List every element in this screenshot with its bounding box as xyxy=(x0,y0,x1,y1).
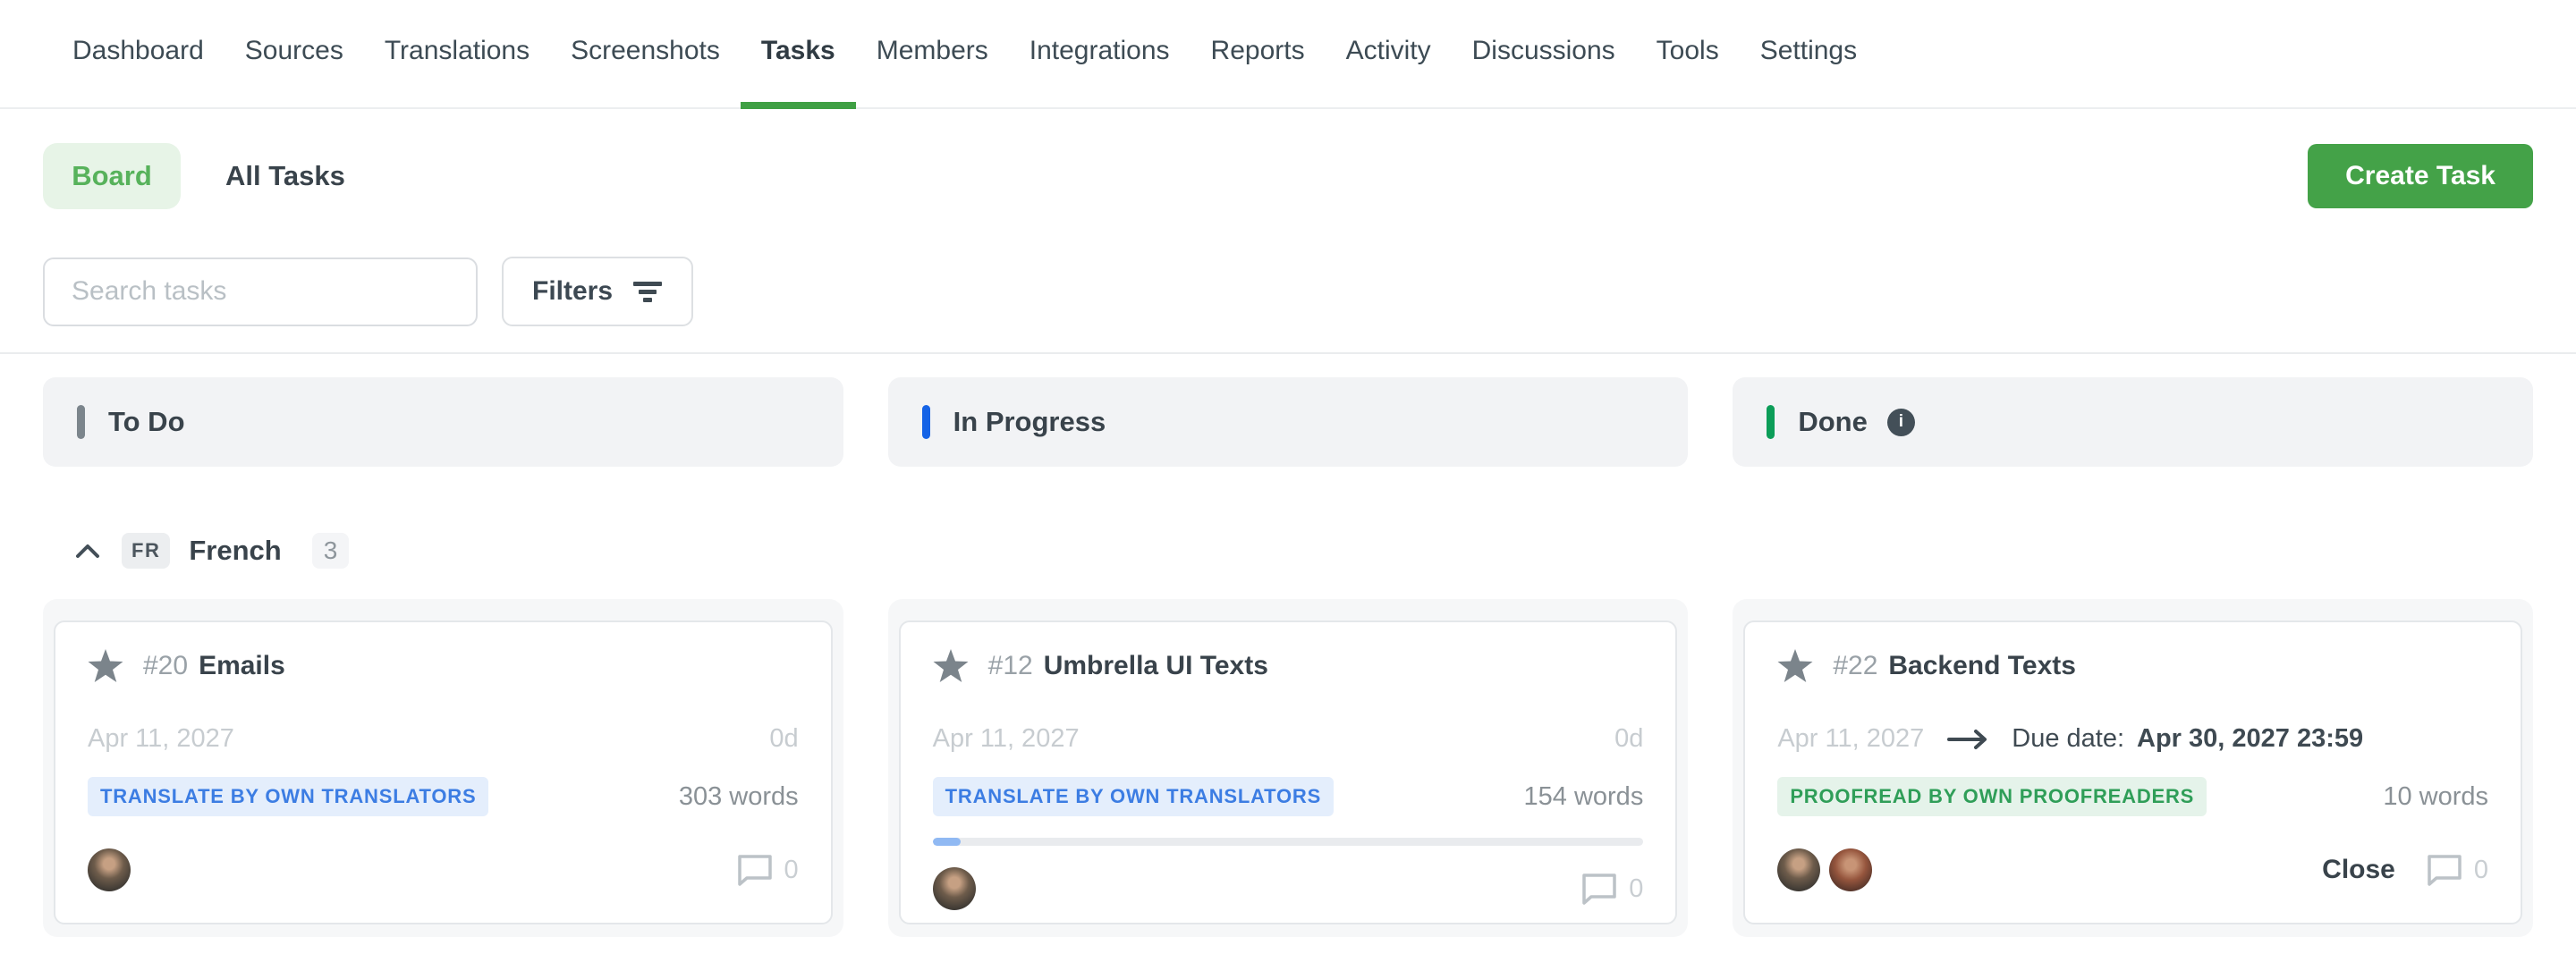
filters-button[interactable]: Filters xyxy=(502,257,693,326)
chevron-up-icon xyxy=(75,544,100,559)
task-date: Apr 11, 2027 xyxy=(88,724,234,754)
todo-card-zone: #22 Backend Texts Apr 11, 2027 Due date:… xyxy=(1733,599,2533,937)
star-button[interactable] xyxy=(933,649,969,683)
task-id: #22 xyxy=(1833,651,1877,681)
card-footer: 0 xyxy=(933,867,1644,910)
info-icon[interactable]: i xyxy=(1887,409,1915,436)
column-todo-label: To Do xyxy=(108,406,185,438)
comment-count: 0 xyxy=(2474,856,2488,885)
create-task-button[interactable]: Create Task xyxy=(2308,144,2533,208)
task-date: Apr 11, 2027 xyxy=(933,724,1080,754)
avatar[interactable] xyxy=(1829,848,1872,891)
avatar[interactable] xyxy=(1777,848,1820,891)
card-footer: Close 0 xyxy=(1777,848,2488,891)
language-code-badge: FR xyxy=(122,533,170,569)
footer-actions: Close 0 xyxy=(2322,853,2488,887)
task-duration: 0d xyxy=(1614,724,1643,754)
task-title: Backend Texts xyxy=(1888,651,2076,681)
column-headers: To Do In Progress Done i xyxy=(43,354,2533,467)
progress-bar-fill xyxy=(933,838,962,846)
due-date-label: Due date: xyxy=(2012,724,2124,754)
card-title-row: #22 Backend Texts xyxy=(1777,649,2488,683)
task-card-emails[interactable]: #20 Emails Apr 11, 2027 0d TRANSLATE BY … xyxy=(54,620,833,924)
task-card-backend-texts[interactable]: #22 Backend Texts Apr 11, 2027 Due date:… xyxy=(1743,620,2522,924)
todo-card-zone: #12 Umbrella UI Texts Apr 11, 2027 0d TR… xyxy=(888,599,1689,937)
star-button[interactable] xyxy=(88,649,123,683)
search-input[interactable] xyxy=(43,257,478,326)
due-date-value: Apr 30, 2027 23:59 xyxy=(2137,724,2363,754)
tab-all-tasks[interactable]: All Tasks xyxy=(225,160,345,192)
nav-item-discussions[interactable]: Discussions xyxy=(1452,0,1636,109)
task-card-umbrella-ui-texts[interactable]: #12 Umbrella UI Texts Apr 11, 2027 0d TR… xyxy=(899,620,1678,924)
nav-item-dashboard[interactable]: Dashboard xyxy=(52,0,225,109)
nav-item-screenshots[interactable]: Screenshots xyxy=(550,0,741,109)
card-date-row: Apr 11, 2027 0d xyxy=(933,724,1644,754)
nav-item-activity[interactable]: Activity xyxy=(1326,0,1452,109)
todo-status-bar xyxy=(77,405,85,439)
card-badge-row: TRANSLATE BY OWN TRANSLATORS 154 words xyxy=(933,777,1644,816)
comment-icon xyxy=(2426,853,2463,887)
task-title: Emails xyxy=(199,651,285,681)
card-row: #20 Emails Apr 11, 2027 0d TRANSLATE BY … xyxy=(43,599,2533,937)
filters-button-label: Filters xyxy=(532,276,613,307)
column-in-progress-label: In Progress xyxy=(953,406,1106,438)
task-date: Apr 11, 2027 xyxy=(1777,724,1924,754)
nav-item-members[interactable]: Members xyxy=(856,0,1009,109)
done-status-bar xyxy=(1767,405,1775,439)
task-type-badge: TRANSLATE BY OWN TRANSLATORS xyxy=(933,777,1334,816)
comment-count: 0 xyxy=(1629,874,1643,904)
avatar[interactable] xyxy=(933,867,976,910)
column-done-label: Done xyxy=(1798,406,1868,438)
close-task-button[interactable]: Close xyxy=(2322,855,2395,885)
column-in-progress: In Progress xyxy=(888,377,1689,467)
language-name: French xyxy=(189,535,281,567)
card-badge-row: TRANSLATE BY OWN TRANSLATORS 303 words xyxy=(88,777,799,816)
progress-bar xyxy=(933,838,1644,846)
nav-item-sources[interactable]: Sources xyxy=(225,0,364,109)
word-count: 10 words xyxy=(2383,782,2488,812)
card-footer: 0 xyxy=(88,848,799,891)
filter-icon xyxy=(632,280,663,303)
avatar[interactable] xyxy=(88,848,131,891)
nav-item-reports[interactable]: Reports xyxy=(1191,0,1326,109)
task-duration: 0d xyxy=(769,724,798,754)
task-title: Umbrella UI Texts xyxy=(1044,651,1268,681)
tab-board[interactable]: Board xyxy=(43,143,181,209)
column-done: Done i xyxy=(1733,377,2533,467)
star-button[interactable] xyxy=(1777,649,1813,683)
task-id: #20 xyxy=(143,651,188,681)
arrow-right-icon xyxy=(1947,729,1988,750)
comment-counter[interactable]: 0 xyxy=(1580,872,1643,906)
nav-item-integrations[interactable]: Integrations xyxy=(1009,0,1191,109)
comment-icon xyxy=(1580,872,1618,906)
task-type-badge: PROOFREAD BY OWN PROOFREADERS xyxy=(1777,777,2207,816)
task-type-badge: TRANSLATE BY OWN TRANSLATORS xyxy=(88,777,488,816)
task-board: To Do In Progress Done i FR French 3 xyxy=(0,354,2576,937)
language-group-header: FR French 3 xyxy=(43,529,2533,572)
comment-icon xyxy=(736,853,774,887)
nav-item-tasks[interactable]: Tasks xyxy=(741,0,856,109)
word-count: 303 words xyxy=(679,782,799,812)
task-id: #12 xyxy=(988,651,1033,681)
search-filter-row: Filters xyxy=(0,257,2576,326)
collapse-group-button[interactable] xyxy=(75,544,100,559)
in-progress-status-bar xyxy=(922,405,930,439)
card-title-row: #12 Umbrella UI Texts xyxy=(933,649,1644,683)
task-count-badge: 3 xyxy=(312,533,350,569)
top-navigation: Dashboard Sources Translations Screensho… xyxy=(0,0,2576,109)
view-toggle-row: Board All Tasks Create Task xyxy=(0,143,2576,209)
comment-count: 0 xyxy=(784,856,799,885)
card-date-row: Apr 11, 2027 0d xyxy=(88,724,799,754)
card-date-row: Apr 11, 2027 Due date: Apr 30, 2027 23:5… xyxy=(1777,724,2488,754)
comment-counter[interactable]: 0 xyxy=(736,853,799,887)
card-title-row: #20 Emails xyxy=(88,649,799,683)
nav-item-settings[interactable]: Settings xyxy=(1740,0,1877,109)
todo-card-zone: #20 Emails Apr 11, 2027 0d TRANSLATE BY … xyxy=(43,599,843,937)
card-badge-row: PROOFREAD BY OWN PROOFREADERS 10 words xyxy=(1777,777,2488,816)
column-todo: To Do xyxy=(43,377,843,467)
nav-item-translations[interactable]: Translations xyxy=(364,0,550,109)
word-count: 154 words xyxy=(1524,782,1644,812)
nav-item-tools[interactable]: Tools xyxy=(1636,0,1740,109)
